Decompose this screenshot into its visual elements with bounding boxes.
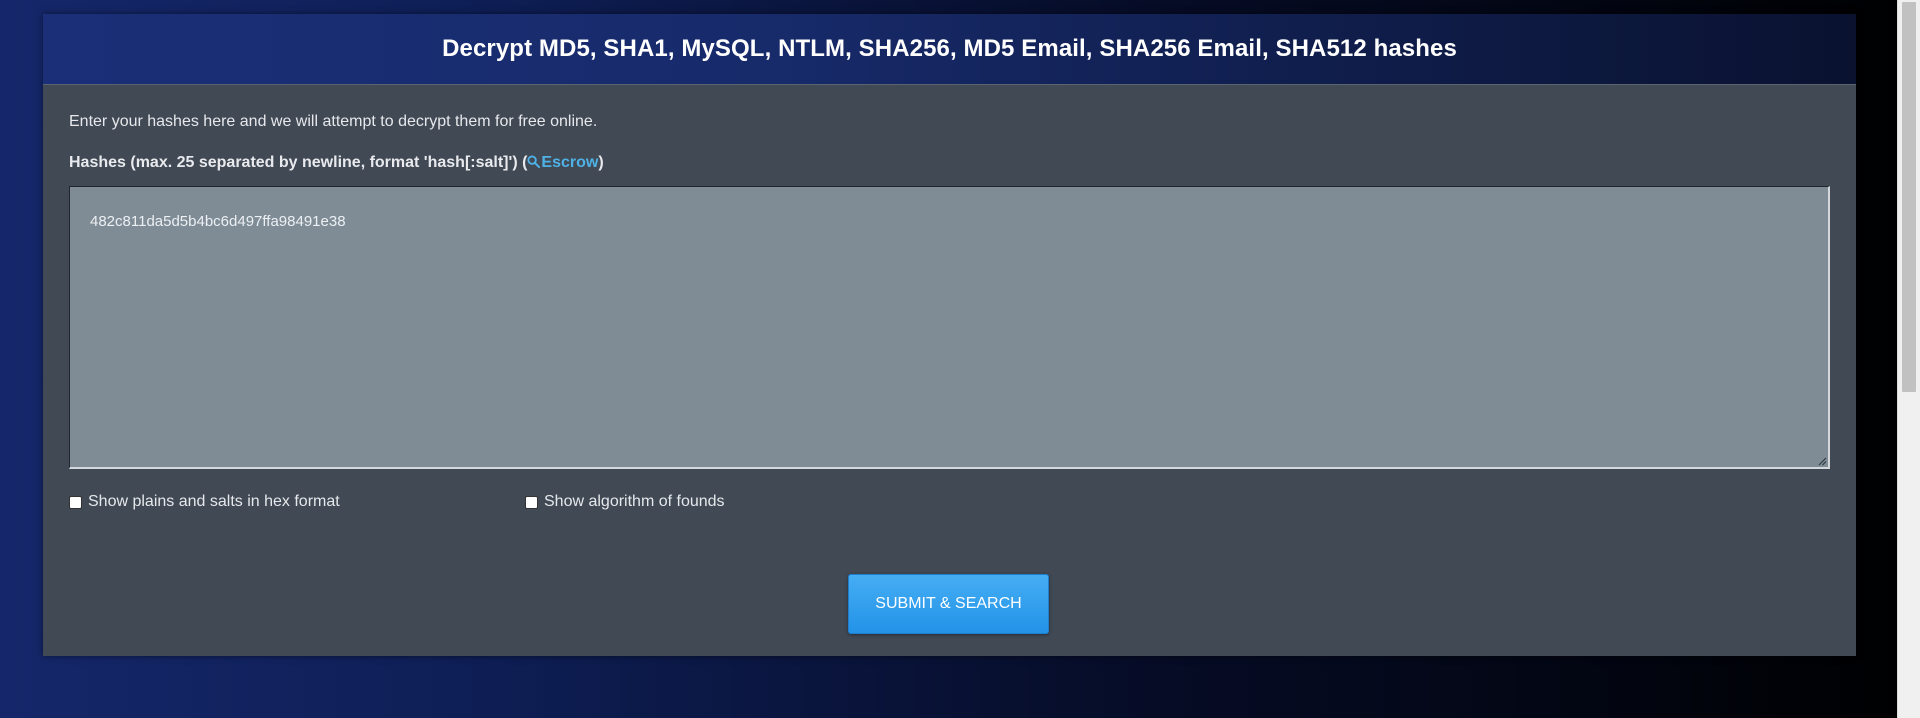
show-algorithm-option[interactable]: Show algorithm of founds [525,493,725,511]
intro-text: Enter your hashes here and we will attem… [69,113,598,130]
panel-header: Decrypt MD5, SHA1, MySQL, NTLM, SHA256, … [43,14,1856,85]
hex-format-checkbox[interactable] [69,495,82,509]
hashes-label-close: ) [598,154,604,171]
show-algorithm-checkbox[interactable] [525,495,538,509]
submit-search-button[interactable]: SUBMIT & SEARCH [848,574,1049,634]
hex-format-label: Show plains and salts in hex format [88,493,340,510]
escrow-link-label: Escrow [541,154,599,171]
hex-format-option[interactable]: Show plains and salts in hex format [69,493,340,511]
scrollbar-thumb[interactable] [1902,2,1916,392]
escrow-link[interactable]: Escrow [527,154,598,171]
resize-grip-icon[interactable] [1817,456,1827,466]
hashes-textarea[interactable]: 482c811da5d5b4bc6d497ffa98491e38 [69,186,1830,469]
decrypt-panel: Decrypt MD5, SHA1, MySQL, NTLM, SHA256, … [43,14,1856,656]
hashes-label: Hashes (max. 25 separated by newline, fo… [69,154,1830,174]
search-icon [527,155,541,168]
page-title: Decrypt MD5, SHA1, MySQL, NTLM, SHA256, … [442,35,1457,62]
page: Decrypt MD5, SHA1, MySQL, NTLM, SHA256, … [0,0,1898,718]
hash-value: 482c811da5d5b4bc6d497ffa98491e38 [90,213,346,230]
options-row: Show plains and salts in hex format Show… [69,493,1830,515]
hashes-label-text: Hashes (max. 25 separated by newline, fo… [69,154,528,171]
submit-row: SUBMIT & SEARCH [43,574,1856,634]
panel-body: Enter your hashes here and we will attem… [43,113,1856,515]
show-algorithm-label: Show algorithm of founds [544,493,725,510]
page-scrollbar[interactable] [1897,0,1920,718]
